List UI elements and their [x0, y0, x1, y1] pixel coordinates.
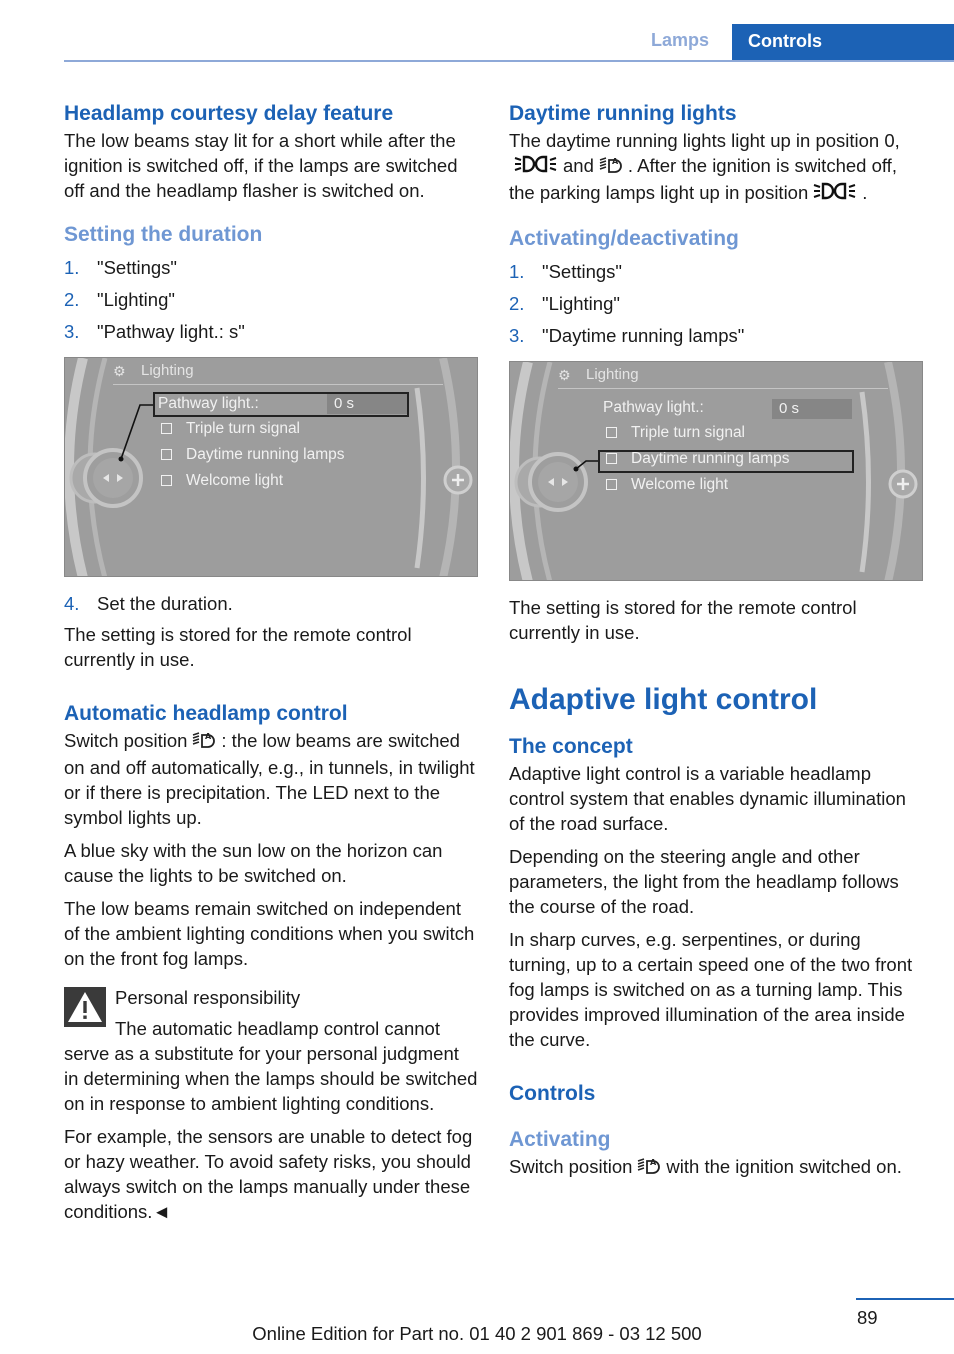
- subsection-title-activating: Activating/deactivating: [509, 227, 739, 251]
- tab-controls[interactable]: Controls: [732, 24, 954, 62]
- header-rule: [64, 60, 954, 62]
- option-label: Welcome light: [186, 472, 284, 489]
- list-item: 1. "Settings": [64, 255, 478, 280]
- text: The daytime running lights light up in p…: [509, 130, 900, 151]
- section-title-concept: The concept: [509, 735, 633, 759]
- text: and: [563, 155, 594, 176]
- screen-title-rule: [558, 388, 888, 390]
- option-label: Daytime running lamps: [186, 446, 345, 463]
- auto-headlamp-icon: A: [636, 1155, 662, 1181]
- step-text: Set the duration.: [97, 593, 233, 614]
- list-item: 2. "Lighting": [64, 287, 478, 312]
- concept-text-3: In sharp curves, e.g. serpentines, or du…: [509, 929, 913, 1051]
- step-number: 2.: [64, 289, 80, 310]
- step-number: 3.: [64, 321, 80, 342]
- svg-text:A: A: [205, 732, 212, 741]
- pathway-value[interactable]: 0 s: [772, 399, 852, 420]
- concept-text-2: Depending on the steering angle and othe…: [509, 846, 899, 918]
- step-number: 2.: [509, 293, 525, 315]
- option-triple-turn-signal[interactable]: Triple turn signal: [603, 422, 745, 444]
- section-title-courtesy: Headlamp courtesy delay feature: [64, 102, 394, 125]
- svg-text:A: A: [650, 1158, 657, 1167]
- stored-note: The setting is stored for the remote con…: [509, 597, 857, 644]
- checkbox-icon[interactable]: [606, 479, 617, 491]
- subsection-title-activating-alc: Activating: [509, 1128, 611, 1152]
- step-text: "Lighting": [542, 293, 620, 315]
- selection-highlight: [153, 392, 409, 417]
- svg-text:⚙: ⚙: [113, 364, 126, 380]
- idrive-screenshot-drl: ⚙ Lighting 0 s Pathway light.: Triple tu…: [509, 361, 923, 582]
- auto-headlamp-icon: A: [191, 729, 217, 755]
- auto-headlamp-icon: A: [598, 154, 624, 180]
- parking-lamp-icon: [812, 181, 858, 207]
- step-number: 3.: [509, 325, 525, 347]
- tab-lamps[interactable]: Lamps: [651, 30, 709, 51]
- option-welcome-light[interactable]: Welcome light: [603, 474, 728, 496]
- selection-highlight: [598, 450, 854, 474]
- step-number: 1.: [509, 261, 525, 283]
- screen-title-rule: [113, 384, 443, 385]
- pathway-label[interactable]: Pathway light.:: [603, 397, 704, 419]
- checkbox-icon[interactable]: [161, 423, 172, 434]
- section-title-automatic: Automatic headlamp control: [64, 702, 348, 725]
- warning-text-2: For example, the sensors are unable to d…: [64, 1126, 473, 1223]
- auto-text-3: The low beams remain switched on indepen…: [64, 898, 475, 970]
- option-daytime-running-lamps[interactable]: Daytime running lamps: [158, 444, 345, 466]
- step-number: 4.: [64, 593, 80, 614]
- section-title-drl: Daytime running lights: [509, 102, 737, 125]
- warning-text: The automatic headlamp control cannot se…: [64, 1018, 478, 1115]
- svg-text:A: A: [612, 157, 619, 166]
- right-column: Daytime running lights The daytime runni…: [509, 100, 923, 1181]
- controller-graphic: ⚙: [65, 358, 473, 576]
- courtesy-text: The low beams stay lit for a short while…: [64, 130, 458, 201]
- warning-title: Personal responsibility: [115, 987, 301, 1009]
- drl-text: The daytime running lights light up in p…: [509, 128, 923, 207]
- warning-icon: [64, 987, 106, 1028]
- list-item: 1. "Settings": [509, 259, 923, 284]
- step-number: 1.: [64, 257, 80, 278]
- section-title-controls: Controls: [509, 1082, 596, 1106]
- text: Switch position: [509, 1156, 633, 1178]
- activating-text: Switch position Awith the ignition switch…: [509, 1154, 923, 1181]
- text: .: [862, 182, 868, 204]
- checkbox-icon[interactable]: [161, 449, 172, 460]
- option-label: Triple turn signal: [631, 424, 746, 442]
- left-column: Headlamp courtesy delay feature The low …: [64, 100, 478, 1224]
- step-text: "Daytime running lamps": [542, 325, 745, 347]
- concept-text-1: Adaptive light control is a variable hea…: [509, 763, 906, 835]
- option-label: Triple turn signal: [186, 420, 301, 437]
- checkbox-icon[interactable]: [161, 475, 172, 486]
- option-label: Welcome light: [631, 476, 729, 494]
- chapter-title-alc: Adaptive light control: [509, 683, 818, 717]
- page-number-rule: [856, 1298, 954, 1300]
- list-item: 2. "Lighting": [509, 291, 923, 316]
- list-item: 4. Set the duration.: [64, 591, 478, 616]
- text: with the ignition switched on.: [666, 1156, 902, 1178]
- parking-lamp-icon: [513, 154, 559, 180]
- checkbox-icon[interactable]: [606, 427, 617, 439]
- screen-title: Lighting: [586, 366, 639, 384]
- svg-text:⚙: ⚙: [558, 368, 571, 384]
- step-text: "Pathway light.: s": [97, 321, 245, 342]
- duration-step-4: 4. Set the duration.: [64, 591, 478, 616]
- duration-steps: 1. "Settings" 2. "Lighting" 3. "Pathway lig…: [64, 255, 478, 344]
- list-item: 3. "Pathway light.: s": [64, 319, 478, 344]
- idrive-screenshot-pathway: ⚙ Lighting 0 s Pathway light.: Triple tu…: [64, 357, 478, 577]
- list-item: 3. "Daytime running lamps": [509, 323, 923, 348]
- stored-note: The setting is stored for the remote con…: [64, 624, 412, 670]
- step-text: "Lighting": [97, 289, 175, 310]
- footer-edition: Online Edition for Part no. 01 40 2 901 …: [252, 1323, 702, 1344]
- screen-title: Lighting: [141, 362, 194, 379]
- warning-block: Personal responsibility The automatic he…: [64, 985, 478, 1116]
- auto-text-2: A blue sky with the sun low on the horiz…: [64, 840, 443, 887]
- option-triple-turn-signal[interactable]: Triple turn signal: [158, 418, 300, 440]
- option-welcome-light[interactable]: Welcome light: [158, 470, 283, 492]
- text: Switch position: [64, 730, 188, 751]
- auto-text-1: Switch position A: the low beams are swit…: [64, 728, 478, 830]
- subsection-title-duration: Setting the duration: [64, 223, 263, 246]
- activation-steps: 1. "Settings" 2. "Lighting" 3. "Daytime run…: [509, 259, 923, 348]
- step-text: "Settings": [542, 261, 622, 283]
- step-text: "Settings": [97, 257, 177, 278]
